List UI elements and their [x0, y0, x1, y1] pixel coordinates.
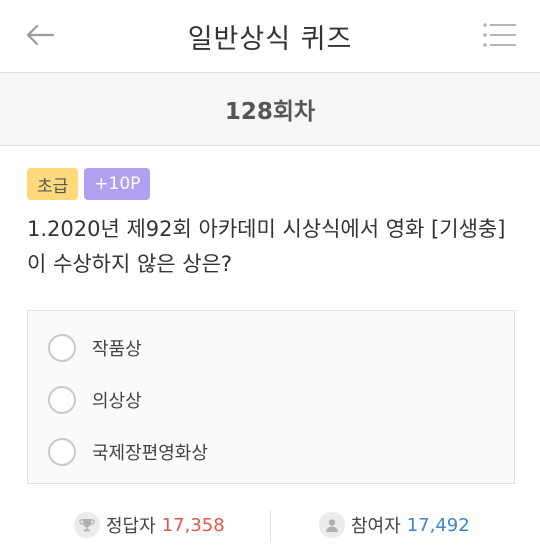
- person-icon: [319, 512, 345, 538]
- option-label: 작품상: [92, 339, 142, 360]
- correct-label: 정답자: [106, 516, 156, 537]
- participants-label: 참여자: [351, 516, 401, 537]
- list-menu-icon: [483, 23, 516, 47]
- option-1[interactable]: 작품상: [48, 331, 142, 365]
- question-badges: 초급 +10P: [27, 168, 151, 200]
- correct-value: 17,358: [161, 514, 225, 536]
- points-badge: +10P: [84, 168, 151, 200]
- page-title: 일반상식 퀴즈: [187, 23, 353, 55]
- app-header: 일반상식 퀴즈: [0, 0, 540, 73]
- answer-options: 작품상 의상상 국제장편영화상: [27, 310, 515, 484]
- level-badge: 초급: [27, 168, 79, 200]
- menu-button[interactable]: [480, 20, 518, 50]
- round-label: 128회차: [0, 73, 540, 146]
- radio-button[interactable]: [48, 386, 76, 414]
- option-label: 의상상: [92, 391, 142, 412]
- trophy-icon: [74, 512, 100, 538]
- option-3[interactable]: 국제장편영화상: [48, 435, 208, 469]
- participant-count: 참여자 17,492: [319, 512, 470, 538]
- radio-button[interactable]: [48, 438, 76, 466]
- back-button[interactable]: [22, 20, 58, 50]
- stats-divider: [270, 510, 271, 542]
- arrow-left-icon: [26, 24, 55, 46]
- option-2[interactable]: 의상상: [48, 383, 142, 417]
- participants-value: 17,492: [406, 514, 470, 536]
- question-text: 1.2020년 제92회 아카데미 시상식에서 영화 [기생충]이 수상하지 않…: [27, 217, 506, 276]
- radio-button[interactable]: [48, 334, 76, 362]
- quiz-stats: 정답자 17,358 참여자 17,492: [0, 508, 540, 544]
- correct-count: 정답자 17,358: [74, 512, 225, 538]
- option-label: 국제장편영화상: [92, 443, 208, 464]
